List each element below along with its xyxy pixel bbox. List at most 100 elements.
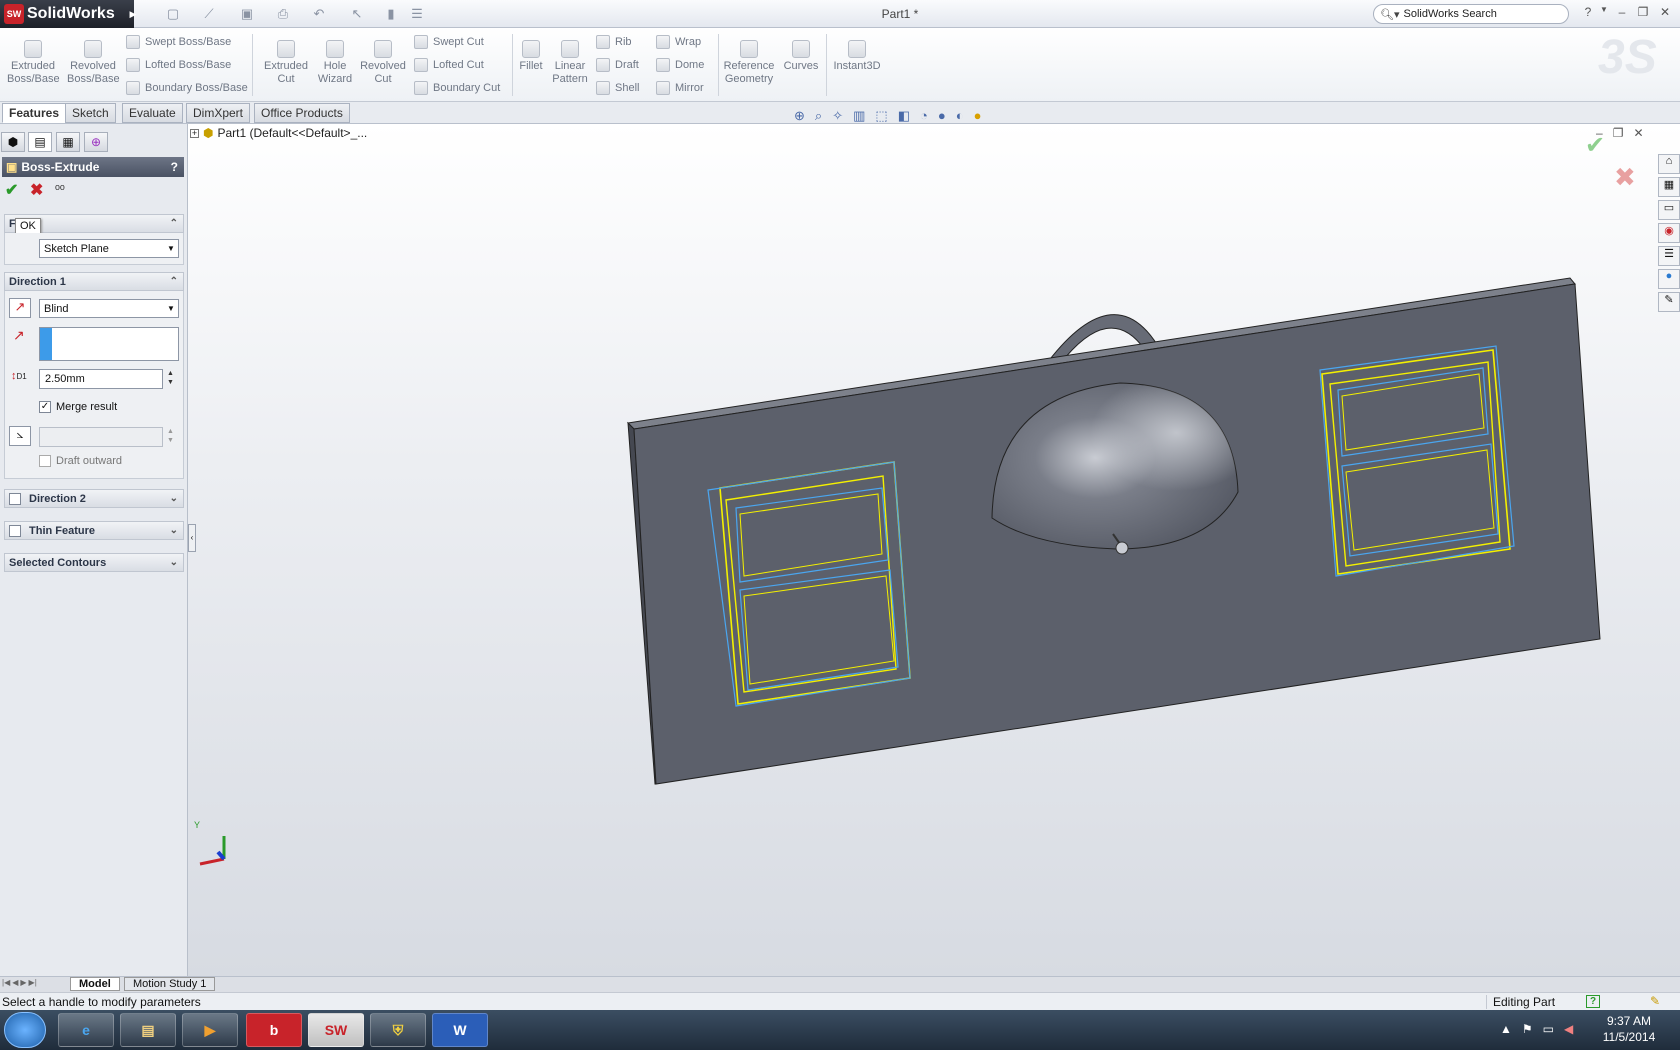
revolved-cut-button[interactable]: Revolved Cut bbox=[358, 40, 408, 86]
tab-model[interactable]: Model bbox=[70, 977, 120, 991]
depth-input[interactable]: 2.50mm bbox=[39, 369, 163, 389]
tab-evaluate[interactable]: Evaluate bbox=[122, 103, 183, 123]
selected-contours-section-header[interactable]: Selected Contours ⌄ bbox=[4, 553, 184, 572]
minimize-button[interactable]: – bbox=[1612, 5, 1632, 23]
solidworks-taskbar-icon[interactable]: SW bbox=[308, 1013, 364, 1047]
search-results-icon[interactable]: ◉ bbox=[1658, 223, 1680, 243]
end-condition-select[interactable]: Blind ▼ bbox=[39, 299, 179, 318]
rebuild-icon[interactable]: ▮ bbox=[380, 4, 402, 24]
help-dropdown-icon[interactable]: ▼ bbox=[1594, 5, 1614, 23]
bing-app-icon[interactable]: b bbox=[246, 1013, 302, 1047]
new-document-icon[interactable]: ▢ bbox=[162, 4, 184, 24]
tab-features[interactable]: Features bbox=[2, 103, 67, 123]
property-manager-tab-icon[interactable]: ▤ bbox=[28, 132, 52, 152]
tab-office-products[interactable]: Office Products bbox=[254, 103, 350, 123]
extruded-boss-button[interactable]: Extruded Boss/Base bbox=[7, 40, 60, 86]
expand-icon[interactable]: + bbox=[190, 128, 199, 138]
status-pin-icon[interactable]: ✎ bbox=[1650, 994, 1660, 1008]
rib-button[interactable]: Rib bbox=[596, 32, 639, 52]
revolved-boss-button[interactable]: Revolved Boss/Base bbox=[67, 40, 120, 86]
open-icon[interactable]: ⟋ bbox=[198, 4, 220, 24]
direction2-checkbox[interactable] bbox=[9, 492, 21, 505]
save-icon[interactable]: ▣ bbox=[236, 4, 258, 24]
close-button[interactable]: ✕ bbox=[1655, 5, 1675, 23]
view-settings-icon[interactable]: ● bbox=[974, 108, 982, 124]
zoom-area-icon[interactable]: ⌕ bbox=[815, 108, 822, 124]
search-box[interactable]: 🔍︎▾ SolidWorks Search bbox=[1373, 4, 1569, 24]
from-condition-select[interactable]: Sketch Plane ▼ bbox=[39, 239, 179, 258]
apply-scene-icon[interactable]: ◐ bbox=[956, 108, 964, 124]
linear-pattern-button[interactable]: Linear Pattern bbox=[546, 40, 594, 86]
dome-button[interactable]: Dome bbox=[656, 55, 704, 75]
word-icon[interactable]: W bbox=[432, 1013, 488, 1047]
resources-home-icon[interactable]: ⌂ bbox=[1658, 154, 1680, 174]
design-library-icon[interactable]: ▦ bbox=[1658, 177, 1680, 197]
thin-feature-section-header[interactable]: Thin Feature ⌄ bbox=[4, 521, 184, 540]
viewport-minimize-button[interactable]: – bbox=[1596, 126, 1603, 140]
checkbox-checked-icon[interactable]: ✓ bbox=[39, 401, 51, 413]
edit-appearance-icon[interactable]: ● bbox=[938, 108, 946, 124]
tab-motion-study-1[interactable]: Motion Study 1 bbox=[124, 977, 216, 991]
section-view-icon[interactable]: ▥ bbox=[853, 108, 865, 124]
reverse-direction-button[interactable]: ↗ bbox=[9, 298, 31, 318]
depth-spinner[interactable]: ▲ ▼ bbox=[167, 369, 174, 387]
tray-expand-icon[interactable]: ▲ bbox=[1500, 1022, 1512, 1036]
dimxpert-manager-tab-icon[interactable]: ⊕ bbox=[84, 132, 108, 152]
prev-tab-icon[interactable]: ◀ bbox=[12, 978, 18, 987]
confirm-cancel-icon[interactable]: ✖ bbox=[1614, 163, 1636, 193]
tab-dimxpert[interactable]: DimXpert bbox=[186, 103, 251, 123]
solidworks-logo[interactable]: SW SolidWorks bbox=[0, 0, 134, 28]
media-player-icon[interactable]: ▶ bbox=[182, 1013, 238, 1047]
checkbox-unchecked-icon[interactable] bbox=[39, 455, 51, 467]
boundary-boss-button[interactable]: Boundary Boss/Base bbox=[126, 78, 248, 98]
extruded-cut-button[interactable]: Extruded Cut bbox=[261, 40, 311, 86]
preview-glasses-icon[interactable]: ᵒᵒ bbox=[55, 181, 65, 196]
lofted-cut-button[interactable]: Lofted Cut bbox=[414, 55, 500, 75]
reference-geometry-button[interactable]: Reference Geometry bbox=[722, 40, 776, 86]
direction2-section-header[interactable]: Direction 2 ⌄ bbox=[4, 489, 184, 508]
options-icon[interactable]: ☰ bbox=[406, 4, 428, 24]
ok-button[interactable]: ✔ bbox=[5, 180, 18, 200]
file-explorer-icon[interactable]: ▭ bbox=[1658, 200, 1680, 220]
thin-feature-checkbox[interactable] bbox=[9, 524, 21, 537]
next-tab-icon[interactable]: ▶ bbox=[20, 978, 26, 987]
hide-show-icon[interactable]: ◔ bbox=[920, 108, 928, 124]
graphics-area[interactable]: ✔ ✖ Y X – ❐ ✕ ⌂ ▦ ▭ ◉ ☰ ● ✎ bbox=[182, 124, 1680, 976]
wrap-button[interactable]: Wrap bbox=[656, 32, 704, 52]
volume-icon[interactable]: ◀ bbox=[1564, 1022, 1573, 1036]
viewport-restore-button[interactable]: ❐ bbox=[1613, 126, 1624, 140]
configuration-manager-tab-icon[interactable]: ▦ bbox=[56, 132, 80, 152]
view-palette-icon[interactable]: ☰ bbox=[1658, 246, 1680, 266]
merge-result-checkbox[interactable]: ✓ Merge result bbox=[39, 401, 117, 413]
previous-view-icon[interactable]: ✧ bbox=[832, 108, 843, 124]
hole-wizard-button[interactable]: Hole Wizard bbox=[310, 40, 360, 86]
panel-collapse-handle[interactable]: ‹ bbox=[188, 524, 196, 552]
tab-sketch[interactable]: Sketch bbox=[65, 103, 116, 123]
boundary-cut-button[interactable]: Boundary Cut bbox=[414, 78, 500, 98]
zoom-to-fit-icon[interactable]: ⊕ bbox=[794, 108, 805, 124]
appearances-icon[interactable]: ● bbox=[1658, 269, 1680, 289]
tab-scroll-arrows[interactable]: |◀ ◀ ▶ ▶| bbox=[2, 978, 37, 987]
undo-icon[interactable]: ↶ bbox=[308, 4, 330, 24]
start-button[interactable] bbox=[4, 1012, 46, 1048]
feature-manager-tab-icon[interactable]: ⬢ bbox=[1, 132, 25, 152]
direction-selection-box[interactable] bbox=[39, 327, 179, 361]
collapse-icon[interactable]: ⌃ bbox=[170, 218, 178, 229]
print-icon[interactable]: ⎙ bbox=[272, 4, 294, 24]
shell-button[interactable]: Shell bbox=[596, 78, 639, 98]
select-icon[interactable]: ↖ bbox=[346, 4, 368, 24]
draft-outward-checkbox[interactable]: Draft outward bbox=[39, 455, 122, 467]
cancel-button[interactable]: ✖ bbox=[30, 180, 43, 200]
network-icon[interactable]: ▭ bbox=[1543, 1022, 1554, 1036]
swept-boss-button[interactable]: Swept Boss/Base bbox=[126, 32, 248, 52]
action-center-flag-icon[interactable]: ⚑ bbox=[1522, 1022, 1533, 1036]
last-tab-icon[interactable]: ▶| bbox=[29, 978, 37, 987]
search-input[interactable]: SolidWorks Search bbox=[1404, 8, 1497, 20]
pm-help-button[interactable]: ? bbox=[171, 160, 178, 174]
curves-button[interactable]: Curves bbox=[777, 40, 825, 73]
menu-arrow-icon[interactable]: ▶ bbox=[122, 4, 144, 24]
direction1-section-header[interactable]: Direction 1 ⌃ bbox=[4, 272, 184, 291]
status-help-icon[interactable]: ? bbox=[1586, 995, 1600, 1008]
collapse-icon[interactable]: ⌃ bbox=[170, 276, 178, 287]
clock[interactable]: 9:37 AM 11/5/2014 bbox=[1594, 1013, 1664, 1045]
